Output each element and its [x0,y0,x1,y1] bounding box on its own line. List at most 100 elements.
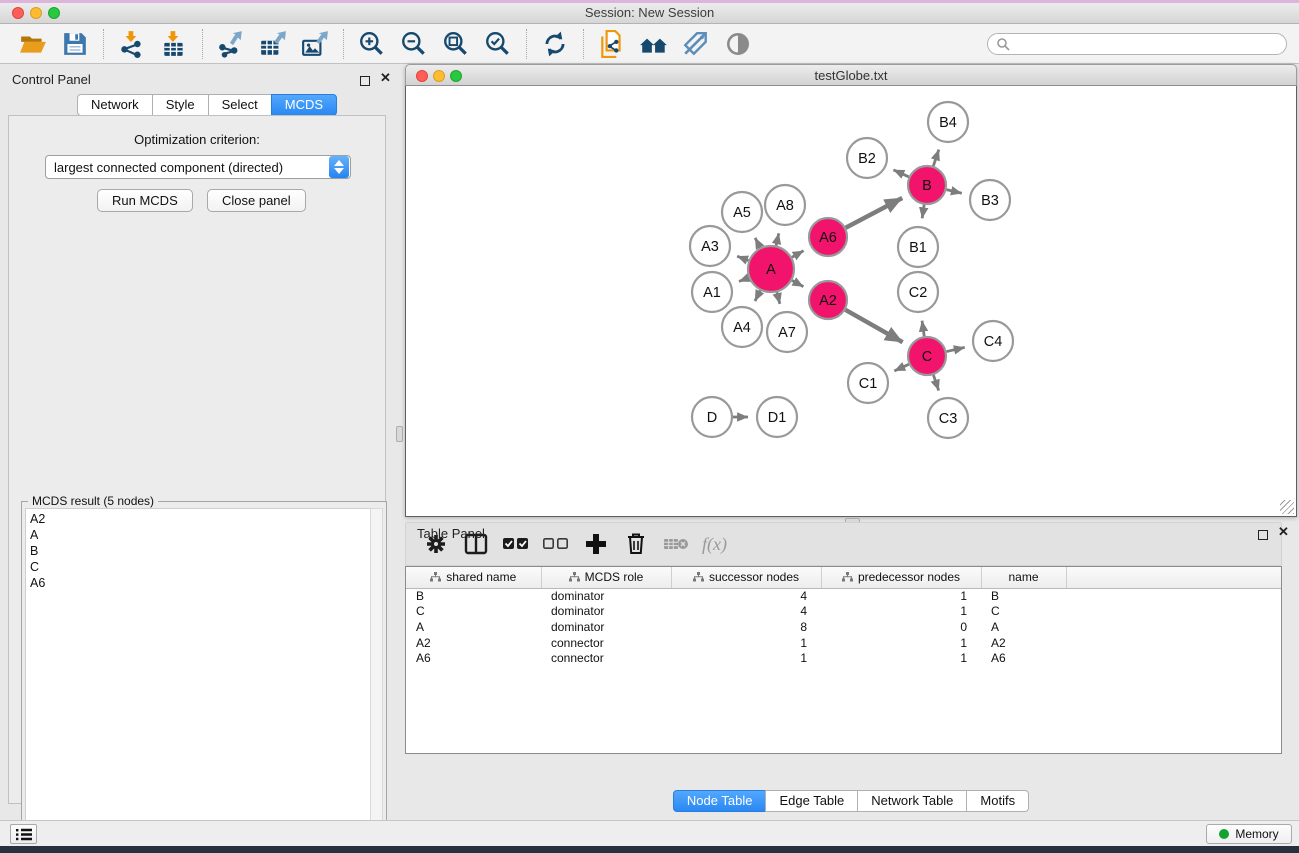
mcds-result-item[interactable]: A [30,527,366,543]
col-header-mcds-role[interactable]: MCDS role [541,567,671,588]
memory-button[interactable]: Memory [1206,824,1292,844]
function-builder-icon[interactable]: f(x) [702,534,727,555]
tab-edge-table[interactable]: Edge Table [765,790,858,812]
zoom-traffic-light[interactable] [48,7,60,19]
graph-node[interactable]: B4 [928,102,968,142]
import-network-icon[interactable] [117,30,147,58]
graph-edge[interactable] [792,251,804,258]
col-header-predecessor-nodes[interactable]: predecessor nodes [821,567,981,588]
float-table-panel-icon[interactable] [1258,527,1268,545]
graph-node[interactable]: A7 [767,312,807,352]
float-panel-icon[interactable] [360,73,370,91]
mcds-result-item[interactable]: B [30,543,366,559]
close-panel-icon[interactable]: ✕ [380,72,391,84]
search-field[interactable] [987,33,1287,55]
minimize-traffic-light[interactable] [30,7,42,19]
graph-edge[interactable] [739,278,749,282]
graph-edge[interactable] [845,310,902,342]
mcds-result-item[interactable]: A2 [30,511,366,527]
graph-node[interactable]: A2 [809,281,847,319]
window-resize-grip[interactable] [1280,500,1294,514]
zoom-fit-icon[interactable] [441,30,471,58]
graph-node[interactable]: B2 [847,138,887,178]
graph-node[interactable]: A [748,246,794,292]
import-table-icon[interactable] [159,30,189,58]
deselect-all-checkboxes-icon[interactable] [543,531,569,557]
graph-edge[interactable] [755,238,760,248]
graph-edge[interactable] [846,198,903,228]
graph-node[interactable]: A8 [765,185,805,225]
clone-network-icon[interactable] [597,30,627,58]
graph-edge[interactable] [922,205,924,219]
delete-table-icon[interactable] [663,531,689,557]
tab-style[interactable]: Style [152,94,209,116]
tab-select[interactable]: Select [208,94,272,116]
network-graph[interactable]: AA1A3A5A8A4A7A6A2BB4B2B3B1CC2C4C1C3DD1 [406,86,1296,515]
graph-node[interactable]: B [908,166,946,204]
task-history-button[interactable] [10,824,37,844]
vertical-splitter-handle[interactable] [396,426,403,442]
graph-node[interactable]: A3 [690,226,730,266]
mcds-list-scrollbar[interactable] [370,508,383,844]
first-neighbors-icon[interactable] [639,30,669,58]
table-row[interactable]: A6connector11A6 [406,650,1281,666]
graph-node[interactable]: C [908,337,946,375]
network-window-titlebar[interactable]: testGlobe.txt [405,64,1297,86]
run-mcds-button[interactable]: Run MCDS [97,189,193,212]
network-minimize-light[interactable] [433,70,445,82]
graph-node[interactable]: D [692,397,732,437]
close-panel-button[interactable]: Close panel [207,189,306,212]
export-table-icon[interactable] [258,30,288,58]
graph-node[interactable]: D1 [757,397,797,437]
close-traffic-light[interactable] [12,7,24,19]
graph-edge[interactable] [933,150,939,167]
graph-node[interactable]: C2 [898,272,938,312]
table-row[interactable]: A2connector11A2 [406,635,1281,651]
graph-edge[interactable] [922,321,924,336]
graph-node[interactable]: C1 [848,363,888,403]
graph-node[interactable]: A5 [722,192,762,232]
node-table[interactable]: shared name MCDS role successor nodes pr… [405,566,1282,754]
zoom-selected-icon[interactable] [483,30,513,58]
zoom-in-icon[interactable] [357,30,387,58]
graph-edge[interactable] [755,290,760,301]
search-input[interactable] [1010,37,1278,51]
graph-edge[interactable] [792,280,803,286]
tab-network[interactable]: Network [77,94,153,116]
tab-network-table[interactable]: Network Table [857,790,967,812]
mcds-result-list[interactable]: A2ABCA6 [25,508,371,844]
tab-mcds[interactable]: MCDS [271,94,337,116]
graph-edge[interactable] [777,292,780,304]
show-hide-icon[interactable] [723,30,753,58]
table-row[interactable]: Bdominator41B [406,588,1281,604]
graph-node[interactable]: C3 [928,398,968,438]
graph-edge[interactable] [894,364,908,371]
annotations-icon[interactable] [681,30,711,58]
graph-node[interactable]: A6 [809,218,847,256]
table-row[interactable]: Cdominator41C [406,604,1281,620]
network-zoom-light[interactable] [450,70,462,82]
criterion-dropdown[interactable]: largest connected component (directed) [45,155,351,179]
network-canvas[interactable]: AA1A3A5A8A4A7A6A2BB4B2B3B1CC2C4C1C3DD1 [405,86,1297,517]
delete-column-icon[interactable] [623,531,649,557]
mcds-result-item[interactable]: A6 [30,575,366,591]
zoom-out-icon[interactable] [399,30,429,58]
save-session-icon[interactable] [60,30,90,58]
export-network-icon[interactable] [216,30,246,58]
table-row[interactable]: Adominator80A [406,619,1281,635]
graph-edge[interactable] [893,170,908,177]
export-image-icon[interactable] [300,30,330,58]
graph-edge[interactable] [933,375,938,391]
graph-node[interactable]: A1 [692,272,732,312]
col-header-shared-name[interactable]: shared name [406,567,541,588]
graph-edge[interactable] [946,190,961,194]
network-close-light[interactable] [416,70,428,82]
graph-node[interactable]: B1 [898,227,938,267]
select-all-checkboxes-icon[interactable] [503,531,529,557]
close-table-panel-icon[interactable]: ✕ [1278,526,1289,538]
open-file-icon[interactable] [18,30,48,58]
graph-node[interactable]: B3 [970,180,1010,220]
mcds-result-item[interactable]: C [30,559,366,575]
graph-edge[interactable] [737,256,748,260]
col-header-name[interactable]: name [981,567,1066,588]
